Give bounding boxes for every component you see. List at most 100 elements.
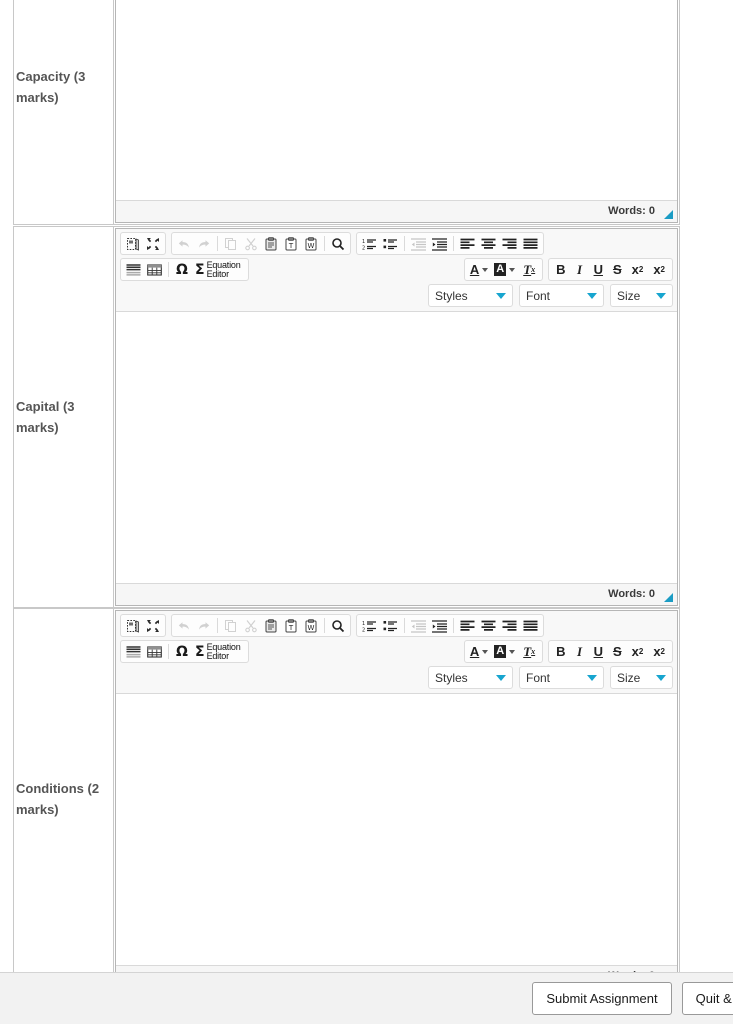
paste-word-icon[interactable]: W — [301, 234, 321, 253]
underline-button[interactable]: U — [589, 260, 608, 279]
indent-icon[interactable] — [429, 234, 450, 253]
editor-status-bar: Words: 0 — [116, 583, 677, 605]
superscript-button[interactable]: x2 — [648, 260, 670, 279]
font-select[interactable]: Font — [519, 666, 604, 689]
styles-select[interactable]: Styles — [428, 284, 513, 307]
italic-button[interactable]: I — [571, 642, 589, 661]
indent-icon[interactable] — [429, 616, 450, 635]
text-color-icon[interactable]: A — [467, 260, 491, 279]
table-icon[interactable] — [144, 260, 165, 279]
paste-text-icon[interactable]: T — [281, 234, 301, 253]
outdent-icon[interactable] — [408, 616, 429, 635]
font-select[interactable]: Font — [519, 284, 604, 307]
equation-editor-label: Equation Editor — [206, 259, 241, 279]
action-bar: Submit Assignment Quit & Save — [0, 972, 733, 1024]
chevron-down-icon — [656, 292, 666, 299]
question-label-cell: Capital (3 marks) — [13, 226, 114, 608]
background-color-glyph: A — [494, 263, 507, 276]
copy-icon[interactable] — [221, 616, 241, 635]
cut-icon[interactable] — [241, 616, 261, 635]
editor-content-area[interactable] — [116, 312, 677, 583]
align-right-icon[interactable] — [499, 616, 520, 635]
remove-format-glyph: T — [523, 643, 532, 659]
strikethrough-button[interactable]: S — [608, 260, 627, 279]
table-icon[interactable] — [144, 642, 165, 661]
align-justify-icon[interactable] — [520, 616, 541, 635]
paste-icon[interactable] — [261, 234, 281, 253]
toolbar-separator — [453, 618, 454, 633]
align-right-icon[interactable] — [499, 234, 520, 253]
rich-text-editor[interactable]: T W 12 Ω Σ Equation Editor A A T x B I U… — [115, 228, 678, 606]
equation-editor-icon[interactable]: Σ Equation Editor — [192, 642, 246, 661]
special-char-icon[interactable]: Ω — [172, 642, 192, 661]
omega-glyph: Ω — [176, 643, 188, 660]
align-center-icon[interactable] — [478, 616, 499, 635]
underline-button[interactable]: U — [589, 642, 608, 661]
toolbar-group-color: A A Tx — [463, 640, 544, 663]
find-icon[interactable] — [328, 616, 348, 635]
undo-icon[interactable] — [174, 616, 194, 635]
bulleted-list-icon[interactable] — [380, 234, 401, 253]
horizontal-rule-icon[interactable] — [123, 260, 144, 279]
bold-button[interactable]: B — [551, 260, 570, 279]
size-select[interactable]: Size — [610, 666, 673, 689]
horizontal-rule-icon[interactable] — [123, 642, 144, 661]
rich-text-editor[interactable]: Words: 0 — [115, 0, 678, 223]
svg-text:T: T — [288, 624, 294, 632]
align-center-icon[interactable] — [478, 234, 499, 253]
bulleted-list-icon[interactable] — [380, 616, 401, 635]
remove-format-icon[interactable]: Tx — [518, 260, 540, 279]
editor-content-area[interactable] — [116, 0, 677, 200]
toolbar-row-3: Styles Font Size — [118, 284, 675, 307]
subscript-button[interactable]: x2 — [627, 642, 649, 661]
text-color-glyph: A — [469, 262, 480, 277]
styles-select[interactable]: Styles — [428, 666, 513, 689]
paste-text-icon[interactable]: T — [281, 616, 301, 635]
sigma-glyph: Σ — [195, 261, 205, 278]
equation-editor-icon[interactable]: Σ Equation Editor — [192, 260, 246, 279]
sigma-glyph: Σ — [195, 643, 205, 660]
resize-grip-icon[interactable] — [664, 210, 673, 219]
resize-grip-icon[interactable] — [664, 593, 673, 602]
redo-icon[interactable] — [194, 616, 214, 635]
rich-text-editor[interactable]: T W 12 Ω Σ Equation Editor A A T x B I U… — [115, 610, 678, 988]
remove-format-icon[interactable]: Tx — [518, 642, 540, 661]
size-select[interactable]: Size — [610, 284, 673, 307]
superscript-button[interactable]: x2 — [648, 642, 670, 661]
paste-icon[interactable] — [261, 616, 281, 635]
cut-icon[interactable] — [241, 234, 261, 253]
copy-icon[interactable] — [221, 234, 241, 253]
source-icon[interactable] — [123, 234, 143, 253]
editor-content-area[interactable] — [116, 694, 677, 965]
submit-assignment-button[interactable]: Submit Assignment — [532, 982, 672, 1015]
question-editor-cell: T W 12 Ω Σ Equation Editor A A T x B I U… — [114, 608, 680, 990]
numbered-list-icon[interactable]: 12 — [359, 234, 380, 253]
find-icon[interactable] — [328, 234, 348, 253]
background-color-icon[interactable]: A — [491, 642, 518, 661]
align-left-icon[interactable] — [457, 234, 478, 253]
omega-glyph: Ω — [176, 261, 188, 278]
superscript-glyph: x — [653, 644, 661, 659]
subscript-button[interactable]: x2 — [627, 260, 649, 279]
toolbar-group-clipboard: T W — [171, 232, 351, 255]
maximize-icon[interactable] — [143, 234, 163, 253]
bold-button[interactable]: B — [551, 642, 570, 661]
paste-word-icon[interactable]: W — [301, 616, 321, 635]
source-icon[interactable] — [123, 616, 143, 635]
undo-icon[interactable] — [174, 234, 194, 253]
strikethrough-button[interactable]: S — [608, 642, 627, 661]
outdent-icon[interactable] — [408, 234, 429, 253]
chevron-down-icon — [509, 649, 516, 654]
numbered-list-icon[interactable]: 12 — [359, 616, 380, 635]
text-color-icon[interactable]: A — [467, 642, 491, 661]
question-label: Conditions (2 marks) — [16, 781, 100, 817]
maximize-icon[interactable] — [143, 616, 163, 635]
background-color-icon[interactable]: A — [491, 260, 518, 279]
toolbar-separator — [217, 618, 218, 633]
align-justify-icon[interactable] — [520, 234, 541, 253]
italic-button[interactable]: I — [571, 260, 589, 279]
align-left-icon[interactable] — [457, 616, 478, 635]
special-char-icon[interactable]: Ω — [172, 260, 192, 279]
redo-icon[interactable] — [194, 234, 214, 253]
quit-and-save-button[interactable]: Quit & Save — [681, 982, 733, 1015]
